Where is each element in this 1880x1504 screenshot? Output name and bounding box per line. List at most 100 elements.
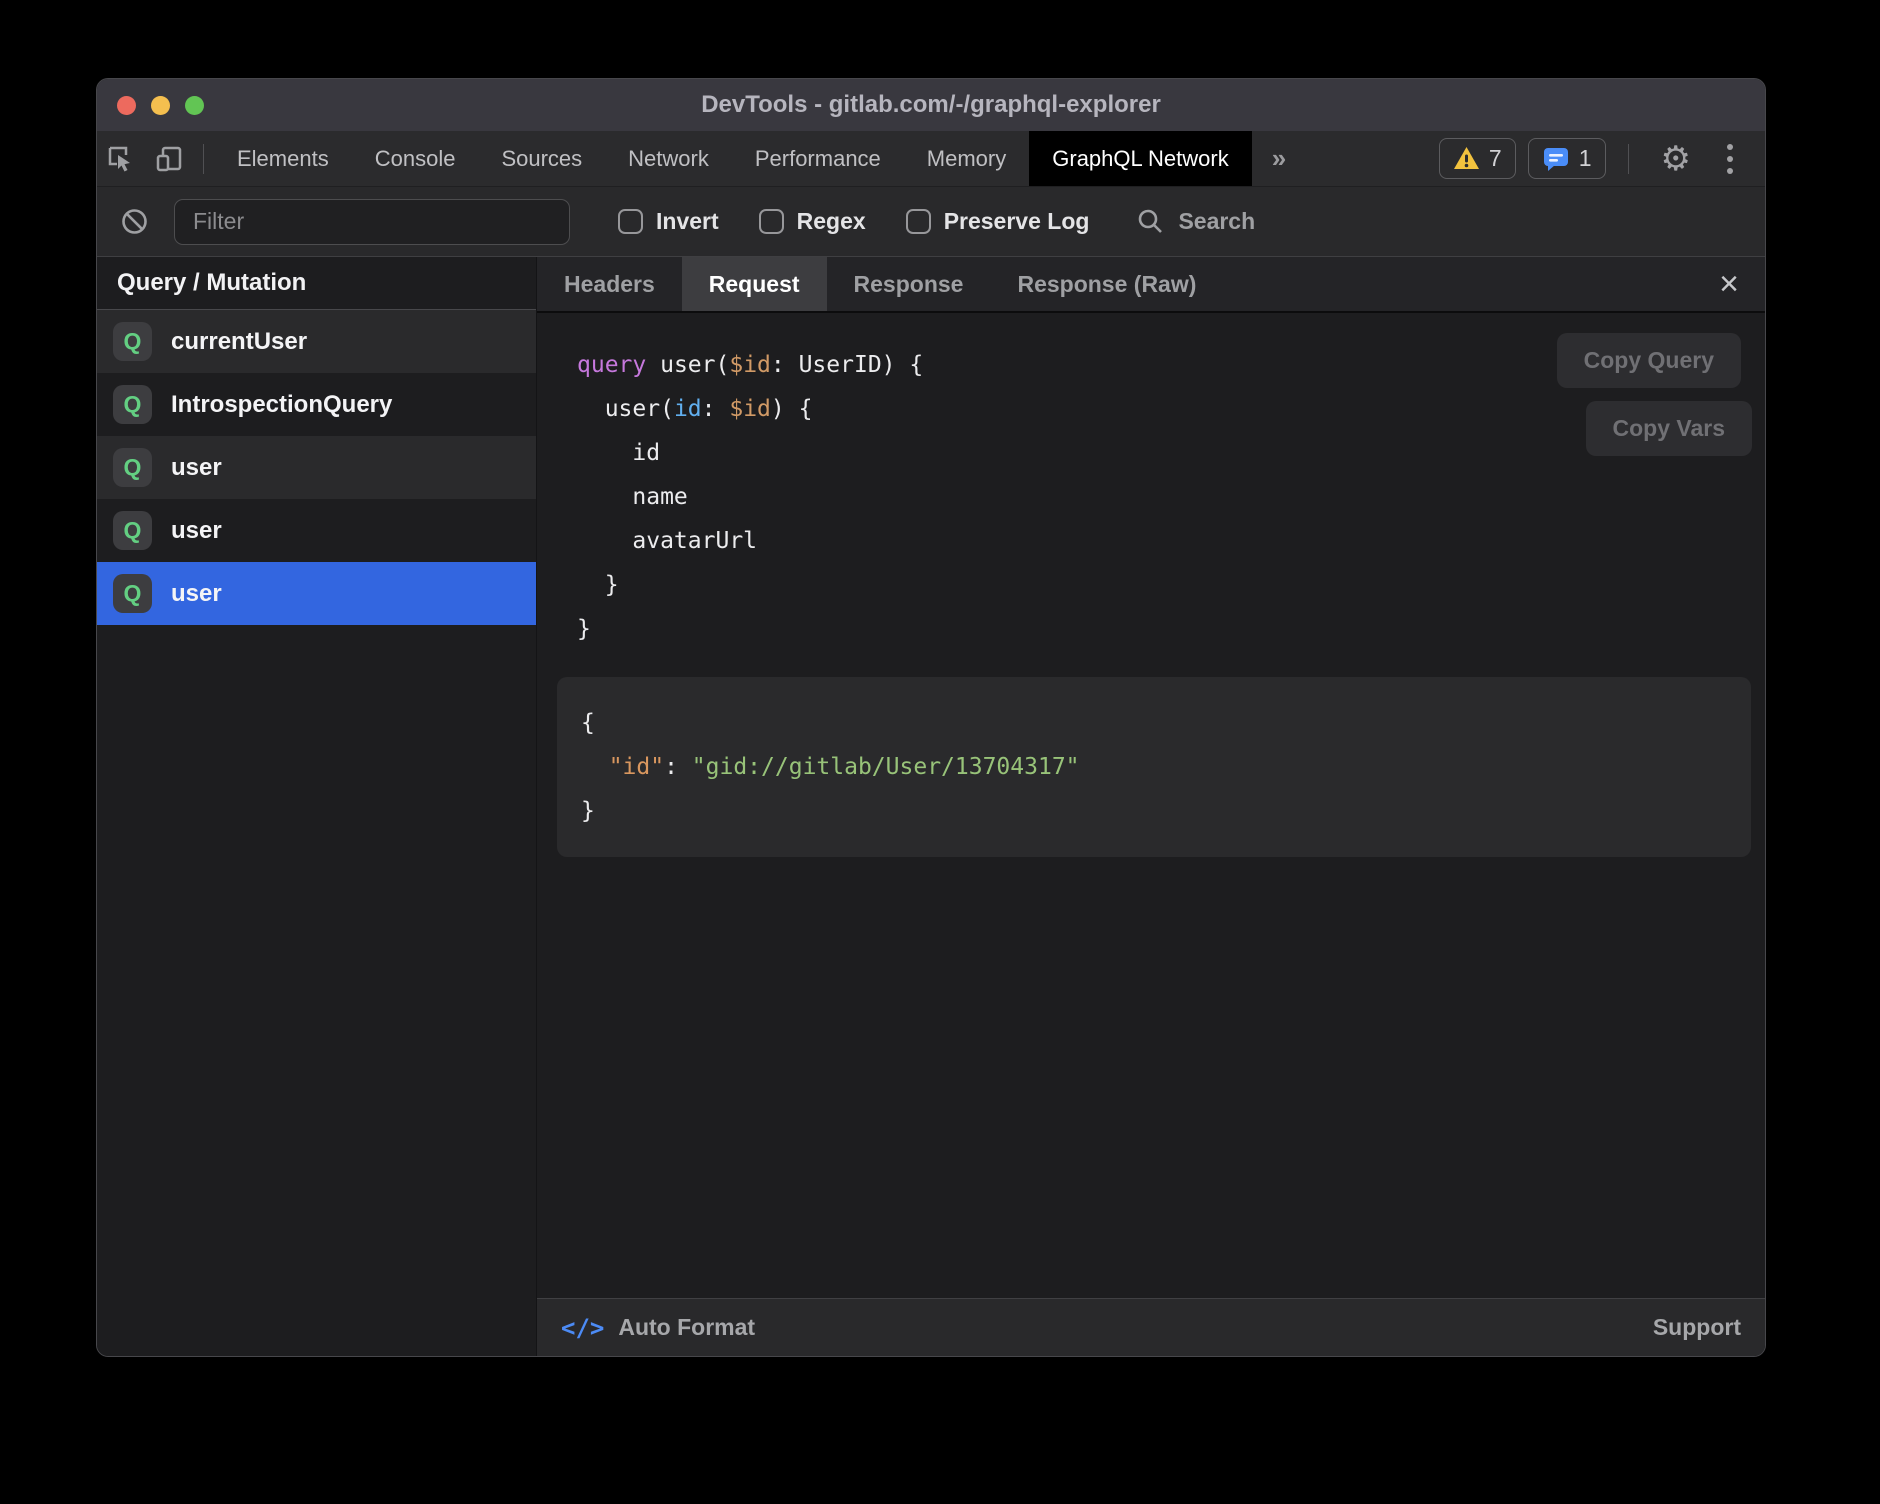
code-token: query (577, 352, 646, 378)
code-line: name (577, 475, 1765, 519)
checkbox-preserve-log[interactable]: Preserve Log (906, 208, 1090, 235)
code-token (581, 754, 609, 780)
checkbox-label: Regex (797, 208, 866, 235)
detail-tab-request[interactable]: Request (682, 257, 827, 311)
checkbox-box[interactable] (618, 209, 643, 234)
query-type-badge: Q (113, 574, 152, 613)
message-icon (1542, 146, 1570, 172)
detail-footer: </> Auto Format Support (537, 1298, 1765, 1356)
status-badges: 7 1 ⚙ (1439, 131, 1765, 186)
warning-count: 7 (1489, 145, 1502, 172)
code-token: $id (729, 352, 771, 378)
more-tabs-button[interactable]: » (1252, 131, 1306, 186)
settings-gear-icon[interactable]: ⚙ (1651, 142, 1701, 176)
code-token: id (674, 396, 702, 422)
code-line: } (577, 563, 1765, 607)
code-token: { (581, 710, 595, 736)
request-row-user[interactable]: Quser (97, 436, 536, 499)
code-line: } (581, 789, 1727, 833)
request-row-user[interactable]: Quser (97, 499, 536, 562)
detail-tabbar: HeadersRequestResponseResponse (Raw) × (537, 257, 1765, 313)
content-area: Query / Mutation QcurrentUserQIntrospect… (97, 257, 1765, 1356)
copy-vars-button[interactable]: Copy Vars (1586, 401, 1753, 456)
auto-format-label: Auto Format (618, 1314, 755, 1341)
tab-elements[interactable]: Elements (214, 131, 352, 186)
warnings-badge[interactable]: 7 (1439, 138, 1516, 179)
window-title: DevTools - gitlab.com/-/graphql-explorer (97, 91, 1765, 119)
request-list-panel: Query / Mutation QcurrentUserQIntrospect… (97, 257, 537, 1356)
inspect-element-icon[interactable] (97, 131, 145, 186)
close-detail-icon[interactable]: × (1693, 257, 1765, 311)
copy-query-button[interactable]: Copy Query (1557, 333, 1741, 388)
checkbox-box[interactable] (906, 209, 931, 234)
issues-count: 1 (1579, 145, 1592, 172)
issues-badge[interactable]: 1 (1528, 138, 1606, 179)
checkbox-box[interactable] (759, 209, 784, 234)
code-brackets-icon: </> (561, 1314, 604, 1342)
code-token: user( (646, 352, 729, 378)
query-type-badge: Q (113, 448, 152, 487)
code-token: $id (729, 396, 771, 422)
code-token: "gid://gitlab/User/13704317" (692, 754, 1080, 780)
code-token: : UserID) { (771, 352, 923, 378)
code-line: "id": "gid://gitlab/User/13704317" (581, 745, 1727, 789)
code-token: : (702, 396, 730, 422)
request-list-header: Query / Mutation (97, 257, 536, 310)
code-token: } (577, 616, 591, 642)
badge-divider (1628, 144, 1629, 174)
code-token: ) { (771, 396, 813, 422)
code-token: "id" (609, 754, 664, 780)
code-token: } (581, 798, 595, 824)
request-row-label: IntrospectionQuery (171, 391, 392, 419)
detail-tab-response-raw[interactable]: Response (Raw) (990, 257, 1223, 311)
tab-network[interactable]: Network (605, 131, 732, 186)
code-line: avatarUrl (577, 519, 1765, 563)
query-type-badge: Q (113, 511, 152, 550)
code-token: avatarUrl (577, 528, 757, 554)
tab-performance[interactable]: Performance (732, 131, 904, 186)
code-token: : (664, 754, 692, 780)
code-token: } (577, 572, 619, 598)
copy-buttons: Copy Query Copy Vars (1557, 333, 1752, 456)
query-variables-code: { "id": "gid://gitlab/User/13704317"} (581, 701, 1727, 833)
code-token: name (577, 484, 688, 510)
search-icon (1137, 208, 1164, 235)
code-token: user( (577, 396, 674, 422)
code-line: { (581, 701, 1727, 745)
search-control[interactable]: Search (1137, 208, 1255, 235)
checkbox-invert[interactable]: Invert (618, 208, 719, 235)
device-toolbar-icon[interactable] (145, 131, 193, 186)
query-type-badge: Q (113, 322, 152, 361)
main-tabbar: ElementsConsoleSourcesNetworkPerformance… (97, 131, 1765, 187)
filter-input[interactable] (174, 199, 570, 245)
code-line: } (577, 607, 1765, 651)
query-variables-box: { "id": "gid://gitlab/User/13704317"} (557, 677, 1751, 857)
request-row-currentuser[interactable]: QcurrentUser (97, 310, 536, 373)
panel-tabs: ElementsConsoleSourcesNetworkPerformance… (214, 131, 1252, 186)
request-row-label: user (171, 517, 222, 545)
auto-format-button[interactable]: </> Auto Format (561, 1314, 755, 1342)
request-row-user[interactable]: Quser (97, 562, 536, 625)
tab-console[interactable]: Console (352, 131, 479, 186)
detail-tab-response[interactable]: Response (827, 257, 991, 311)
devtools-window: DevTools - gitlab.com/-/graphql-explorer… (96, 78, 1766, 1357)
toolbar-divider (203, 144, 204, 174)
request-row-introspectionquery[interactable]: QIntrospectionQuery (97, 373, 536, 436)
detail-tab-headers[interactable]: Headers (537, 257, 682, 311)
more-options-icon[interactable] (1713, 144, 1747, 174)
request-detail-panel: HeadersRequestResponseResponse (Raw) × C… (537, 257, 1765, 1356)
tab-graphql-network[interactable]: GraphQL Network (1029, 131, 1251, 186)
checkbox-label: Preserve Log (944, 208, 1090, 235)
request-row-label: user (171, 454, 222, 482)
checkbox-regex[interactable]: Regex (759, 208, 866, 235)
request-tab-content: Copy Query Copy Vars query user($id: Use… (537, 313, 1765, 1298)
tab-memory[interactable]: Memory (904, 131, 1029, 186)
search-label: Search (1178, 208, 1255, 235)
titlebar: DevTools - gitlab.com/-/graphql-explorer (97, 79, 1765, 131)
request-row-label: currentUser (171, 328, 307, 356)
tab-sources[interactable]: Sources (478, 131, 605, 186)
clear-icon[interactable] (121, 208, 148, 235)
support-link[interactable]: Support (1653, 1314, 1741, 1341)
checkbox-label: Invert (656, 208, 719, 235)
request-list: QcurrentUserQIntrospectionQueryQuserQuse… (97, 310, 536, 625)
